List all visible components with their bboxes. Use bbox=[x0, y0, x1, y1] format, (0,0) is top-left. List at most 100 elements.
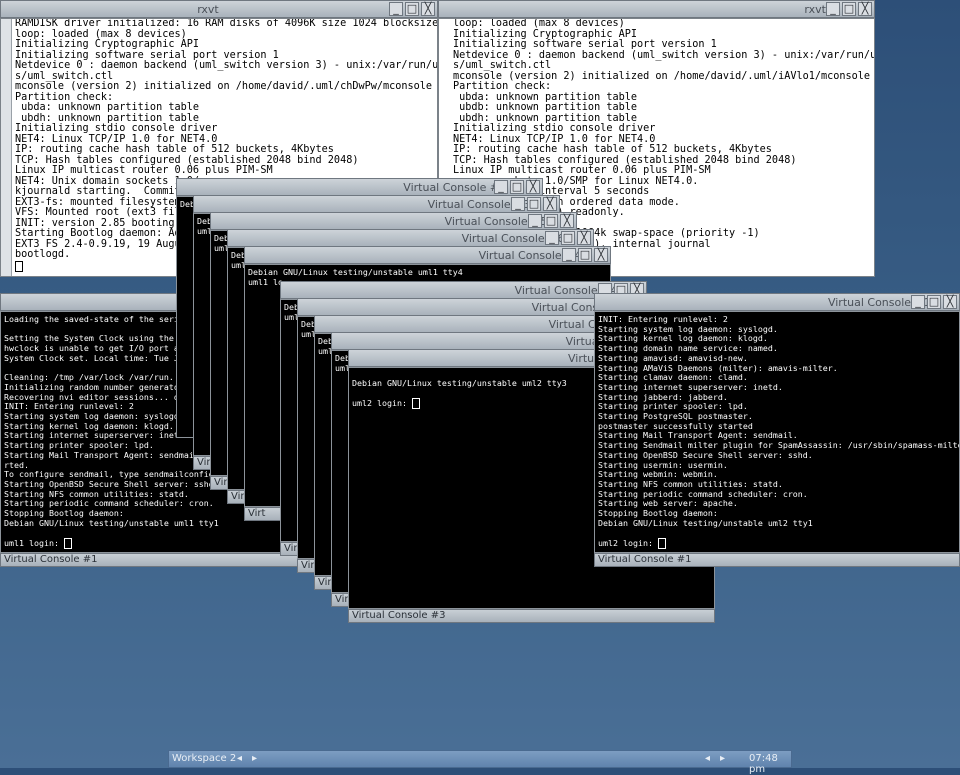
line: Initializing stdio console driver bbox=[15, 123, 218, 134]
title-bar[interactable]: Virtual Console #5 _ □ ╳ bbox=[210, 212, 577, 230]
taskbar: Workspace 2 ◂ ▸ ◂ ▸ 07:48 pm bbox=[168, 750, 792, 775]
line: Starting web server: apache. bbox=[598, 498, 738, 509]
line: Starting usermin: usermin. bbox=[598, 459, 728, 470]
virtual-console-1-right[interactable]: Virtual Console #1 _ □ ╳ INIT: Entering … bbox=[594, 293, 960, 567]
terminal-output: INIT: Entering runlevel: 2 Starting syst… bbox=[595, 312, 959, 550]
close-button[interactable]: ╳ bbox=[577, 231, 591, 245]
line: Starting periodic command scheduler: cro… bbox=[598, 488, 808, 499]
line: bootlogd. bbox=[15, 249, 71, 260]
minimize-button[interactable]: _ bbox=[911, 295, 925, 309]
close-button[interactable]: ╳ bbox=[943, 295, 957, 309]
minimize-button[interactable]: _ bbox=[528, 214, 542, 228]
line: Starting system log daemon: syslogd. bbox=[4, 411, 184, 422]
line: Starting kernel log daemon: klogd. bbox=[4, 420, 174, 431]
line: Debian GNU/Linux testing/unstable uml2 t… bbox=[352, 378, 567, 388]
line: Starting Mail Transport Agent: sendmail. bbox=[598, 430, 798, 441]
line: Netdevice 0 : daemon backend (uml_switch… bbox=[453, 49, 874, 61]
text-cursor bbox=[15, 260, 23, 272]
maximize-button[interactable]: □ bbox=[842, 2, 856, 16]
maximize-button[interactable]: □ bbox=[561, 231, 575, 245]
line: uml1 lo bbox=[248, 276, 283, 287]
title-bar[interactable]: Virtual Console #4 _ □ ╳ bbox=[244, 246, 611, 264]
login-prompt: uml2 login: bbox=[352, 398, 412, 409]
maximize-button[interactable]: □ bbox=[527, 197, 541, 211]
maximize-button[interactable]: □ bbox=[544, 214, 558, 228]
close-button[interactable]: ╳ bbox=[560, 214, 574, 228]
title-bar[interactable]: Virtual Console #6 _ □ ╳ bbox=[227, 229, 594, 247]
line: s/uml_switch.ctl bbox=[15, 70, 114, 82]
minimize-button[interactable]: _ bbox=[562, 248, 576, 262]
title-bar[interactable]: Virtual Console #1 _ □ ╳ bbox=[594, 293, 960, 311]
line: ubda: unknown partition table bbox=[15, 102, 200, 113]
next-window-icon[interactable]: ▸ bbox=[720, 753, 725, 764]
line: postmaster successfully started bbox=[598, 420, 753, 431]
line: Initializing Cryptographic API bbox=[15, 39, 200, 50]
window-title: Virtual Console #1 bbox=[598, 554, 692, 565]
minimize-button[interactable]: _ bbox=[545, 231, 559, 245]
minimize-button[interactable]: _ bbox=[826, 2, 840, 16]
close-button[interactable]: ╳ bbox=[526, 180, 540, 194]
line: INIT: version 2.85 booting bbox=[15, 217, 175, 229]
line: Starting webmin: webmin. bbox=[598, 469, 718, 480]
login-prompt: uml1 login: bbox=[4, 538, 64, 549]
line: ubda: unknown partition table bbox=[453, 91, 638, 103]
window-label-bar[interactable]: Virtual Console #1 bbox=[594, 553, 960, 567]
close-button[interactable]: ╳ bbox=[594, 248, 608, 262]
line: hwclock is unable to get I/O port acces bbox=[4, 343, 199, 354]
line: IP: routing cache hash table of 512 buck… bbox=[453, 144, 772, 155]
line: Starting system log daemon: syslogd. bbox=[598, 323, 778, 334]
window-label-bar[interactable]: Virtual Console #1 bbox=[0, 553, 300, 567]
terminal-area[interactable]: INIT: Entering runlevel: 2 Starting syst… bbox=[594, 311, 960, 553]
line: Debian GNU/Linux testing/unstable uml1 t… bbox=[4, 517, 219, 528]
line: INIT: Entering runlevel: 2 bbox=[4, 401, 134, 412]
line: Partition check: bbox=[15, 91, 114, 103]
line: Starting NFS common utilities: statd. bbox=[598, 478, 783, 489]
workspace-label[interactable]: Workspace 2 bbox=[172, 753, 236, 764]
line: Starting domain name service: named. bbox=[598, 343, 778, 354]
previous-workspace-icon[interactable]: ◂ bbox=[237, 753, 242, 764]
line: INIT: Entering runlevel: 2 bbox=[598, 314, 728, 324]
line: Debian GNU/Linux testing/unstable uml1 t… bbox=[248, 267, 463, 277]
maximize-button[interactable]: □ bbox=[405, 2, 419, 16]
line: mconsole (version 2) initialized on /hom… bbox=[15, 81, 433, 92]
line: System Clock set. Local time: Tue Jan bbox=[4, 352, 189, 363]
title-bar[interactable]: Virtual Console #3 _ □ ╳ bbox=[193, 195, 560, 213]
text-cursor bbox=[411, 398, 420, 410]
line: Recovering nvi editor sessions... done. bbox=[4, 391, 199, 402]
line: ubdh: unknown partition table bbox=[15, 112, 200, 124]
scrollbar[interactable] bbox=[1, 19, 12, 276]
line: NET4: Linux TCP/IP 1.0 for NET4.0 bbox=[453, 133, 656, 145]
line: rted. bbox=[4, 459, 29, 470]
maximize-button[interactable]: □ bbox=[578, 248, 592, 262]
line: Initializing software serial port versio… bbox=[15, 49, 279, 61]
line: To configure sendmail, type sendmailconf… bbox=[4, 469, 214, 480]
line: Linux IP multicast router 0.06 plus PIM-… bbox=[15, 165, 273, 176]
window-label-bar[interactable]: Virtual Console #3 bbox=[348, 609, 715, 623]
line: Starting internet superserver: inetd. bbox=[598, 381, 783, 392]
line: Loading the saved-state of the serial d bbox=[4, 314, 199, 324]
title-bar[interactable]: rxvt _ □ ╳ bbox=[438, 0, 875, 18]
maximize-button[interactable]: □ bbox=[510, 180, 524, 194]
title-bar[interactable]: Virtual Console #2 _ □ ╳ bbox=[176, 178, 543, 196]
line: Starting internet superserver: inetd. bbox=[4, 430, 189, 441]
minimize-button[interactable]: _ bbox=[389, 2, 403, 16]
title-bar[interactable]: Virtual Console #4 _ □ ╳ bbox=[280, 281, 647, 299]
line: Starting printer spooler: lpd. bbox=[598, 401, 748, 412]
next-workspace-icon[interactable]: ▸ bbox=[252, 753, 257, 764]
line: loop: loaded (max 8 devices) bbox=[15, 28, 187, 40]
window-title: Virtual Console #2 bbox=[403, 181, 507, 194]
line: Cleaning: /tmp /var/lock /var/run. bbox=[4, 372, 174, 383]
minimize-button[interactable]: _ bbox=[494, 180, 508, 194]
line: Starting periodic command scheduler: cro… bbox=[4, 498, 214, 509]
line: Debian GNU/Linux testing/unstable uml2 t… bbox=[598, 517, 813, 528]
line: Starting kernel log daemon: klogd. bbox=[598, 333, 768, 344]
maximize-button[interactable]: □ bbox=[927, 295, 941, 309]
title-bar[interactable]: rxvt _ □ ╳ bbox=[0, 0, 438, 18]
line: Initializing stdio console driver bbox=[453, 123, 656, 134]
close-button[interactable]: ╳ bbox=[543, 197, 557, 211]
previous-window-icon[interactable]: ◂ bbox=[705, 753, 710, 764]
close-button[interactable]: ╳ bbox=[421, 2, 435, 16]
close-button[interactable]: ╳ bbox=[858, 2, 872, 16]
line: Starting AMaViS Daemons (milter): amavis… bbox=[598, 362, 838, 373]
minimize-button[interactable]: _ bbox=[511, 197, 525, 211]
